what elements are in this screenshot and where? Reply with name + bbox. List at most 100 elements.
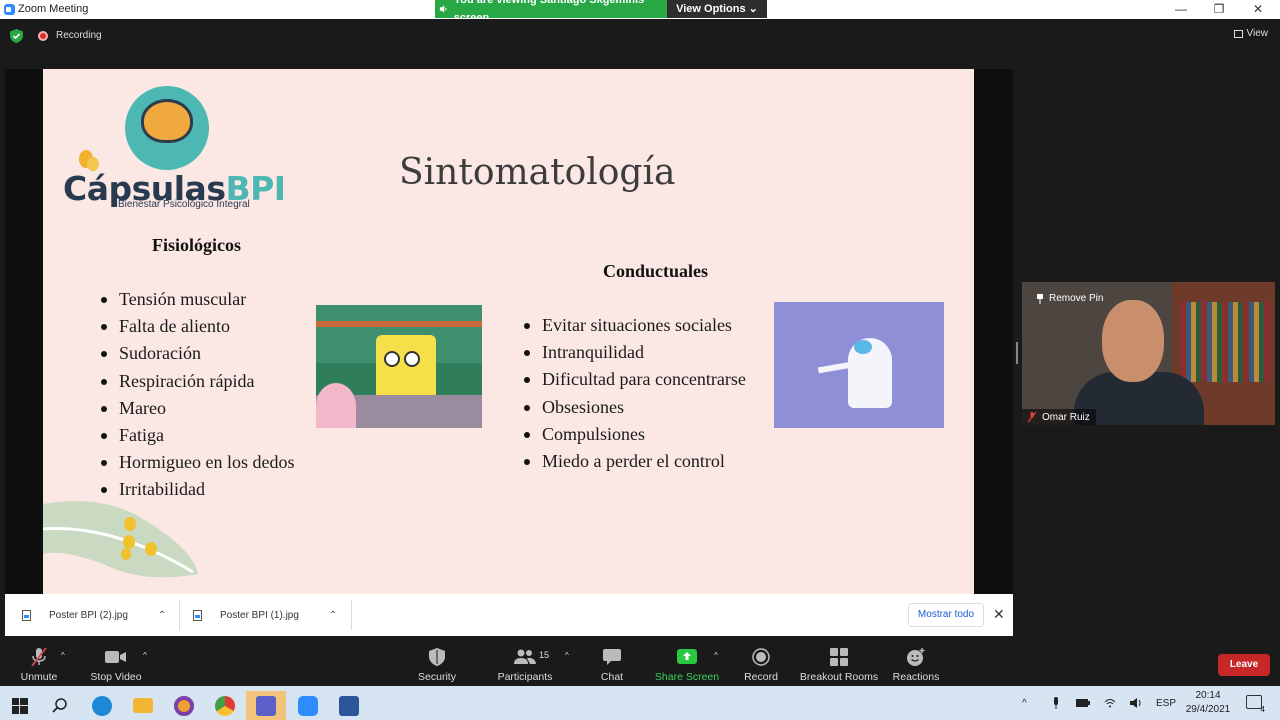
participant-name-tag: Omar Ruiz (1022, 409, 1096, 425)
chevron-up-icon[interactable]: ⌃ (329, 610, 337, 621)
list-item: Mareo (101, 395, 294, 422)
notification-center-icon[interactable]: 4 (1246, 695, 1265, 714)
word-icon[interactable] (329, 691, 369, 720)
col2-heading: Conductuales (603, 261, 709, 281)
reactions-button[interactable]: Reactions (892, 636, 940, 686)
security-label: Security (418, 671, 456, 683)
minimize-button[interactable]: — (1166, 1, 1196, 17)
download-item[interactable]: Poster BPI (1).jpg ⌃ (193, 594, 337, 636)
close-window-button[interactable]: ✕ (1243, 1, 1273, 17)
encryption-shield-icon[interactable] (10, 29, 23, 43)
view-options-label: View Options (676, 3, 746, 15)
smiley-plus-icon (905, 647, 927, 667)
video-camera-icon (105, 647, 127, 667)
chrome-alt-icon[interactable] (164, 691, 204, 720)
logo-tagline: Bienestar Psicológico Integral (118, 199, 250, 210)
video-options-caret[interactable]: ^ (143, 651, 147, 660)
recording-label: Recording (56, 30, 102, 41)
file-explorer-icon[interactable] (123, 691, 163, 720)
edge-browser-icon[interactable] (82, 691, 122, 720)
list-item: Sudoración (101, 340, 294, 367)
tray-up-arrow-icon[interactable]: ^ (1022, 686, 1027, 720)
list-item: Intranquilidad (524, 339, 746, 366)
list-item: Tensión muscular (101, 286, 294, 313)
list-item: Miedo a perder el control (524, 448, 746, 475)
panel-resize-handle[interactable] (1016, 342, 1018, 364)
show-all-button[interactable]: Mostrar todo (908, 603, 984, 627)
chat-bubble-icon (601, 647, 623, 667)
mic-muted-icon (28, 647, 50, 667)
wifi-icon[interactable] (1104, 686, 1116, 720)
zoom-taskbar-icon[interactable] (288, 691, 328, 720)
download-filename: Poster BPI (1).jpg (220, 609, 299, 621)
remove-pin-button[interactable]: Remove Pin (1036, 293, 1103, 304)
chat-label: Chat (600, 671, 624, 683)
leaf-decoration (43, 501, 198, 578)
list-item: Evitar situaciones sociales (524, 312, 746, 339)
teams-icon[interactable] (246, 691, 286, 720)
security-shield-icon (426, 647, 448, 667)
grid-icon (1233, 29, 1243, 38)
brain-icon (141, 99, 193, 143)
recording-icon[interactable] (38, 31, 48, 41)
microphone-tray-icon[interactable] (1052, 686, 1060, 720)
window-titlebar: Zoom Meeting You are viewing Santiago Sk… (0, 0, 1280, 24)
share-screen-button[interactable]: Share Screen (655, 636, 719, 686)
record-button[interactable]: Record (742, 636, 780, 686)
notification-count: 4 (1260, 705, 1265, 714)
view-button[interactable]: View (1233, 28, 1269, 39)
battery-icon[interactable] (1076, 686, 1090, 720)
unmute-label: Unmute (20, 671, 58, 683)
audio-options-caret[interactable]: ^ (61, 651, 65, 660)
meeting-topbar: Recording View (0, 19, 1280, 53)
participants-label: Participants (497, 671, 553, 683)
participant-name: Omar Ruiz (1042, 411, 1090, 423)
participants-count: 15 (539, 650, 550, 660)
downloads-bar: Poster BPI (2).jpg ⌃ Poster BPI (1).jpg … (5, 594, 1013, 636)
unmute-button[interactable]: Unmute (19, 636, 59, 686)
volume-icon[interactable] (1129, 686, 1143, 720)
view-label: View (1246, 28, 1269, 39)
windows-start-icon[interactable] (0, 691, 40, 720)
slide-title: Sintomatología (399, 152, 676, 193)
clock-time: 20:14 (1195, 690, 1221, 701)
download-filename: Poster BPI (2).jpg (49, 609, 128, 621)
chat-button[interactable]: Chat (596, 636, 628, 686)
search-icon[interactable] (40, 691, 80, 720)
leave-button[interactable]: Leave (1218, 654, 1270, 676)
clock-date: 29/4/2021 (1185, 704, 1231, 715)
list-item: Dificultad para concentrarse (524, 366, 746, 393)
meditation-illustration (774, 302, 944, 428)
view-options-button[interactable]: View Options ⌄ (667, 0, 767, 18)
col1-list: Tensión muscular Falta de aliento Sudora… (101, 286, 294, 504)
spongebob-image (316, 305, 482, 428)
breakout-rooms-button[interactable]: Breakout Rooms (800, 636, 878, 686)
col2-list: Evitar situaciones sociales Intranquilid… (524, 312, 746, 475)
security-button[interactable]: Security (414, 636, 460, 686)
remove-pin-label: Remove Pin (1049, 293, 1104, 304)
breakout-rooms-icon (828, 647, 850, 667)
taskbar-clock[interactable]: 20:14 29/4/2021 (1182, 689, 1234, 717)
stop-video-button[interactable]: Stop Video (88, 636, 144, 686)
chevron-up-icon[interactable]: ⌃ (158, 610, 166, 621)
language-indicator[interactable]: ESP (1156, 686, 1176, 720)
viewing-banner: You are viewing Santiago Skgeminis' scre… (435, 0, 767, 24)
file-icon (22, 609, 31, 621)
record-icon (750, 647, 772, 667)
share-options-caret[interactable]: ^ (714, 651, 718, 660)
download-item[interactable]: Poster BPI (2).jpg ⌃ (22, 594, 166, 636)
share-screen-icon (676, 647, 698, 667)
pin-icon (1037, 293, 1043, 304)
viewing-status: You are viewing Santiago Skgeminis' scre… (435, 0, 667, 24)
window-title: Zoom Meeting (18, 3, 89, 15)
participants-options-caret[interactable]: ^ (565, 651, 569, 660)
list-item: Obsesiones (524, 394, 746, 421)
participants-button[interactable]: Participants (496, 636, 554, 686)
close-downloads-button[interactable]: ✕ (993, 606, 1005, 623)
zoom-app-icon (4, 4, 15, 15)
reactions-label: Reactions (892, 671, 940, 683)
chrome-icon[interactable] (205, 691, 245, 720)
breakout-rooms-label: Breakout Rooms (799, 671, 879, 683)
restore-button[interactable]: ❐ (1204, 1, 1234, 17)
stop-video-label: Stop Video (90, 671, 142, 683)
